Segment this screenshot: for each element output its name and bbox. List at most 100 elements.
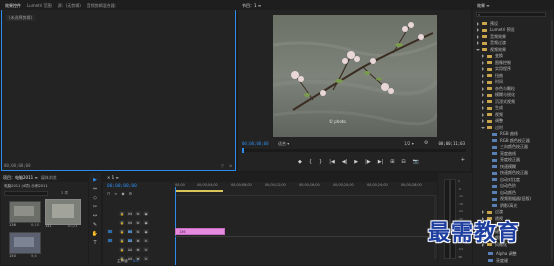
clip-thumbnail[interactable] [9,201,41,223]
work-area-bar[interactable] [175,190,223,192]
master-value[interactable]: 0.0 [133,259,139,263]
mute-button[interactable]: M [135,247,141,252]
effects-title[interactable]: 效果 ≡ [477,3,490,9]
source-patch-v1[interactable] [107,229,113,234]
chevron-right-icon[interactable] [482,106,484,110]
chevron-right-icon[interactable] [482,99,484,104]
video-clip[interactable]: 136 [175,228,225,235]
hand-tool-icon[interactable]: ✋ [92,231,98,237]
linked-icon[interactable]: ∞ [114,191,117,196]
add-button-icon[interactable]: + [461,158,465,163]
clip-thumbnail[interactable] [45,199,81,225]
filter-icon[interactable]: ▽ [221,163,224,168]
play-button[interactable]: ▶ [354,159,358,165]
eye-icon[interactable]: ◉ [143,211,149,216]
sync-icon[interactable]: ⇆ [135,211,141,216]
source-patch-a1[interactable] [107,238,113,243]
settings-icon[interactable]: ⚙ [129,191,133,196]
add-marker-icon[interactable]: ◆ [121,191,124,196]
mute-button[interactable]: M [135,238,141,243]
wrench-icon[interactable]: ⚙ [424,140,428,146]
effects-scrollbar[interactable] [551,20,553,260]
time-ruler[interactable]: 00;00 00;00;04;00 00;00;08;00 00;00;12;0… [175,181,437,196]
track-select-tool-icon[interactable]: ⇔ [93,186,97,192]
solo-button[interactable]: S [143,238,149,243]
timeline-timecode[interactable]: 00;00;00;00 [107,184,137,189]
track-label[interactable]: V3 [127,211,133,216]
slip-tool-icon[interactable]: ↔ [93,213,97,219]
step-back-button[interactable]: ◀| [342,159,348,165]
sync-icon[interactable]: ⇆ [135,229,141,234]
chevron-right-icon[interactable] [482,112,484,117]
lift-button[interactable]: ⊞ [390,159,394,165]
playhead-bar[interactable] [242,148,466,153]
effect-icon [488,259,493,262]
chevron-right-icon[interactable] [482,80,484,84]
chevron-right-icon[interactable] [477,28,479,32]
chevron-down-icon[interactable] [481,126,485,129]
lock-icon[interactable]: 🔒 [119,238,125,243]
playhead-line[interactable] [175,187,176,265]
razor-tool-icon[interactable]: ✂ [93,204,97,210]
lock-icon[interactable]: 🔒 [119,211,125,216]
effects-search-input[interactable]: ⌕ [476,12,546,17]
type-tool-icon[interactable]: T [93,240,96,246]
solo-button[interactable]: S [143,247,149,252]
extract-button[interactable]: ⊟ [401,159,405,165]
program-title[interactable]: 节目：1 ≡ [242,3,261,9]
sync-icon[interactable]: ⇆ [135,220,141,225]
snap-icon[interactable]: ⊓ [107,191,110,196]
tab-media-browser[interactable]: 媒体浏览 [41,175,57,181]
effect-item[interactable]: 亮度键 [488,257,508,264]
track-label[interactable]: A1 [127,238,133,243]
chevron-right-icon[interactable] [477,41,479,45]
program-timecode[interactable]: 00;00;00;00 [242,141,269,146]
tab-source[interactable]: 源：(无剪辑) [58,3,81,9]
clip-thumbnail[interactable] [9,232,41,254]
quality-dropdown[interactable]: 1/2 ▾ [404,141,414,146]
chevron-right-icon[interactable] [482,86,484,91]
tab-sequence[interactable]: × 1 ≡ [107,175,119,180]
eye-icon[interactable]: ◉ [143,220,149,225]
tab-project[interactable]: 项目：电脑2011 ≡ [3,175,38,181]
effect-item[interactable]: Alpha 调整 [488,250,517,257]
lock-icon[interactable]: 🔒 [119,247,125,252]
tab-audio-clip-mixer[interactable]: 音频剪辑混合器： [87,3,119,9]
mark-in-button[interactable]: { [309,159,312,165]
chevron-down-icon[interactable] [476,48,480,51]
lock-icon[interactable]: 🔒 [119,220,125,225]
lock-icon[interactable]: 🔒 [119,229,125,234]
marker-button[interactable]: ◆ [298,159,302,165]
track-label[interactable]: V1 [127,229,133,234]
eye-icon[interactable]: ◉ [143,229,149,234]
track-label[interactable]: V2 [127,220,133,225]
project-search-input[interactable] [4,191,48,196]
track-label[interactable]: A2 [127,247,133,252]
go-to-in-button[interactable]: |◀ [329,159,335,165]
chevron-right-icon[interactable] [482,119,484,123]
chevron-right-icon[interactable] [482,60,484,65]
tab-effect-controls[interactable]: 效果控件 [5,3,21,9]
chevron-right-icon[interactable] [477,34,479,39]
export-icon[interactable]: ⇲ [229,163,232,168]
track-header-v2: 🔒 V2 ⇆ ◉ [103,218,149,227]
playhead-marker[interactable] [242,148,244,153]
master-track-label: 主声道 0.0 [117,259,139,264]
selection-tool-icon[interactable]: ▶ [93,177,97,183]
go-to-out-button[interactable]: ▶| [378,159,384,165]
solo-button[interactable]: S [143,256,149,261]
tab-lumetri-scopes[interactable]: Lumetri 范围 [27,3,52,9]
camera-icon[interactable]: 📷 [413,159,419,165]
fit-dropdown[interactable]: 适合 ▾ [278,141,289,147]
chevron-right-icon[interactable] [482,54,484,58]
chevron-right-icon[interactable] [482,210,484,214]
chevron-right-icon[interactable] [477,21,479,26]
chevron-right-icon[interactable] [482,67,484,71]
pen-tool-icon[interactable]: ✎ [93,222,97,228]
chevron-right-icon[interactable] [482,73,484,78]
mark-out-button[interactable]: } [319,159,322,165]
step-forward-button[interactable]: |▶ [365,159,371,165]
ripple-edit-tool-icon[interactable]: ◇ [93,195,97,201]
source-timecode[interactable]: 00;00;00;00 [4,163,31,168]
chevron-right-icon[interactable] [482,93,484,97]
